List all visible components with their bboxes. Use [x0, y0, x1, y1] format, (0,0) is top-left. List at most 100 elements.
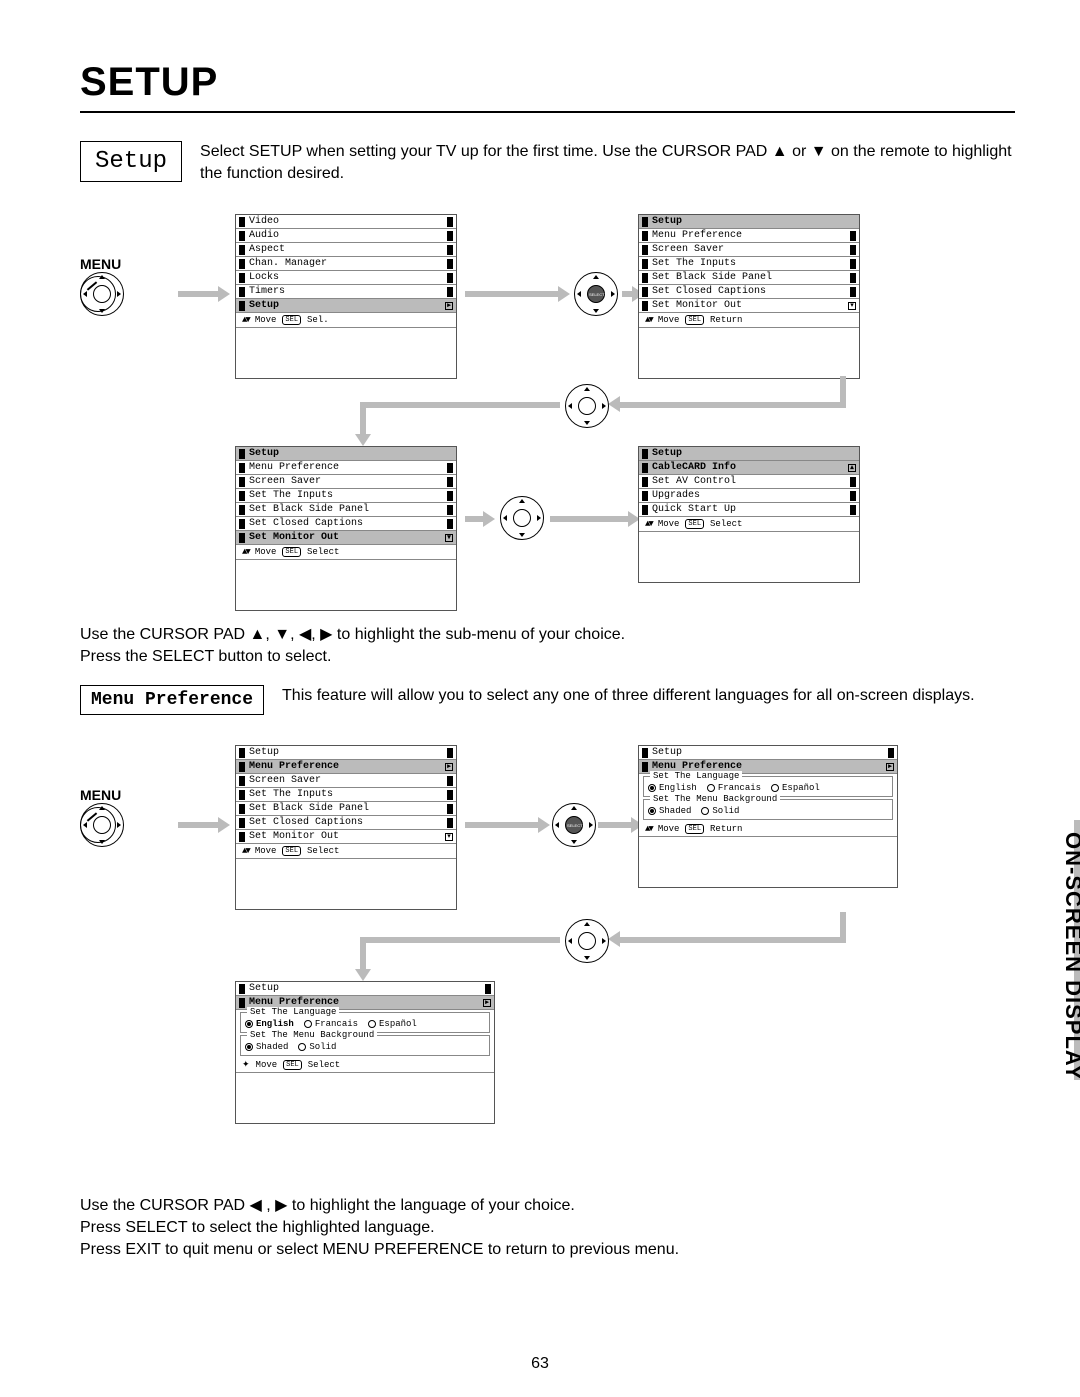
menu-label: MENU: [80, 256, 121, 272]
osd-setup-list-scrolled: Setup Menu Preference Screen Saver Set T…: [235, 446, 457, 611]
arrow-tip-icon: [355, 434, 371, 446]
dpad-icon: [500, 496, 544, 540]
osd-header: Setup: [249, 747, 279, 758]
footer-move: Move: [255, 547, 277, 557]
osd-item: Set Monitor Out: [249, 831, 339, 842]
flow-arrow-icon: [550, 516, 630, 522]
arrow-tip-icon: [608, 931, 620, 947]
menu-label: MENU: [80, 787, 121, 803]
osd-item: Locks: [249, 272, 279, 283]
group-legend: Set The Menu Background: [650, 794, 780, 804]
instruction-line: Press the SELECT button to select.: [80, 646, 1015, 668]
dpad-icon: [565, 384, 609, 428]
osd-item: Menu Preference: [652, 230, 742, 241]
osd-item-highlight: Setup: [249, 300, 279, 311]
osd-setup-list-page2: Setup CableCARD Info▴ Set AV Control Upg…: [638, 446, 860, 583]
flow-arrow-icon: [598, 822, 633, 828]
osd-item: Set AV Control: [652, 476, 736, 487]
dpad-icon: [565, 919, 609, 963]
osd-item: Quick Start Up: [652, 504, 736, 515]
menu-preference-text: This feature will allow you to select an…: [282, 685, 1015, 707]
osd-header: Setup: [652, 747, 682, 758]
osd-header: Setup: [249, 448, 279, 459]
osd-item: Upgrades: [652, 490, 700, 501]
radio-solid: Solid: [309, 1042, 336, 1052]
radio-francais: Francais: [315, 1019, 358, 1029]
footer-sel: Select: [307, 547, 339, 557]
osd-header: Setup: [652, 448, 682, 459]
flow-connector: [360, 402, 560, 408]
osd-item: Set Black Side Panel: [652, 272, 772, 283]
flow-arrow-icon: [465, 291, 560, 297]
footer-sel: Select: [710, 519, 742, 529]
footer-return: Return: [710, 315, 742, 325]
diagram-menu-preference: MENU Setup Menu Preference▸ Screen Saver…: [80, 737, 1010, 1177]
radio-espanol: Español: [782, 783, 820, 793]
instruction-line: Press EXIT to quit menu or select MENU P…: [80, 1239, 1015, 1261]
footer-move: Move: [256, 1060, 278, 1070]
osd-setup-list: Setup Menu Preference Screen Saver Set T…: [638, 214, 860, 379]
flow-connector: [620, 937, 846, 943]
osd-item: Set Closed Captions: [249, 518, 363, 529]
osd-menu-preference-options: Setup Menu Preference▸ Set The Language …: [638, 745, 898, 888]
instruction-text-2: Use the CURSOR PAD ◀ , ▶ to highlight th…: [80, 1195, 1015, 1260]
osd-item-highlight: CableCARD Info: [652, 462, 736, 473]
osd-item: Screen Saver: [249, 775, 321, 786]
flow-arrow-icon: [178, 291, 220, 297]
radio-espanol: Español: [379, 1019, 417, 1029]
radio-solid: Solid: [712, 806, 739, 816]
osd-item: Video: [249, 216, 279, 227]
group-legend: Set The Language: [650, 771, 742, 781]
menu-preference-label-box: Menu Preference: [80, 685, 264, 715]
osd-item: Set Black Side Panel: [249, 803, 369, 814]
flow-connector: [620, 402, 846, 408]
osd-item: Menu Preference: [249, 462, 339, 473]
instruction-text: Use the CURSOR PAD ▲, ▼, ◀, ▶ to highlig…: [80, 624, 1015, 667]
osd-header: Setup: [249, 983, 279, 994]
osd-item-highlight: Menu Preference: [249, 761, 339, 772]
footer-sel: Select: [307, 846, 339, 856]
osd-header: Setup: [652, 216, 682, 227]
footer-move: Move: [255, 315, 277, 325]
osd-item-highlight: Set Monitor Out: [249, 532, 339, 543]
dpad-select-icon: [574, 272, 618, 316]
radio-shaded: Shaded: [659, 806, 691, 816]
background-group: Set The Menu Background Shaded Solid: [240, 1035, 490, 1056]
group-legend: Set The Language: [247, 1007, 339, 1017]
page-title: SETUP: [80, 60, 1015, 105]
osd-menu-preference-select: Setup Menu Preference▸ Set The Language …: [235, 981, 495, 1124]
flow-arrow-icon: [622, 291, 634, 297]
osd-item: Screen Saver: [249, 476, 321, 487]
flow-arrow-icon: [465, 516, 485, 522]
osd-item: Set Black Side Panel: [249, 504, 369, 515]
footer-sel: Select: [308, 1060, 340, 1070]
intro-text: Select SETUP when setting your TV up for…: [200, 141, 1015, 184]
arrow-tip-icon: [608, 396, 620, 412]
osd-setup-menupref-highlight: Setup Menu Preference▸ Screen Saver Set …: [235, 745, 457, 910]
section-label-box: Setup: [80, 141, 182, 182]
dpad-icon: [80, 272, 124, 316]
flow-connector: [360, 937, 560, 943]
dpad-icon: [80, 803, 124, 847]
flow-arrow-icon: [465, 822, 540, 828]
flow-arrow-icon: [178, 822, 220, 828]
title-divider: [80, 111, 1015, 113]
flow-connector: [360, 937, 366, 971]
osd-item: Timers: [249, 286, 285, 297]
flow-connector: [360, 402, 366, 436]
footer-return: Return: [710, 824, 742, 834]
radio-english: English: [256, 1019, 294, 1029]
osd-item: Chan. Manager: [249, 258, 327, 269]
osd-item: Screen Saver: [652, 244, 724, 255]
footer-move: Move: [658, 519, 680, 529]
footer-move: Move: [658, 315, 680, 325]
section-side-tab: ON-SCREEN DISPLAY: [1056, 820, 1080, 1092]
footer-move: Move: [255, 846, 277, 856]
osd-item: Aspect: [249, 244, 285, 255]
dpad-select-icon: [552, 803, 596, 847]
footer-sel: Sel.: [307, 315, 329, 325]
instruction-line: Use the CURSOR PAD ▲, ▼, ◀, ▶ to highlig…: [80, 624, 1015, 646]
diagram-setup-navigation: MENU Video Audio Aspect Chan. Manager Lo…: [80, 206, 1010, 606]
osd-item: Set Closed Captions: [249, 817, 363, 828]
footer-move: Move: [658, 824, 680, 834]
